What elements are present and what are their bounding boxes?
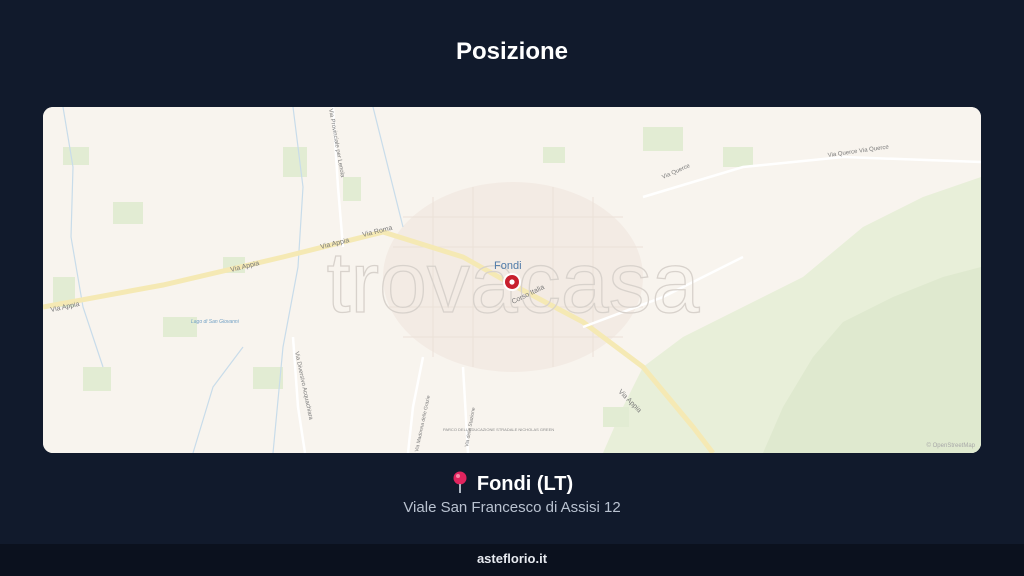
map-attribution[interactable]: © OpenStreetMap <box>927 442 976 449</box>
location-marker[interactable] <box>503 273 521 291</box>
map-canvas[interactable]: trovacasa Via Appia Via Appia Via Appia … <box>43 107 981 453</box>
location-address: Viale San Francesco di Assisi 12 <box>403 499 621 516</box>
footer-site[interactable]: asteflorio.it <box>0 544 1024 576</box>
park-label: PARCO DELL'EDUCAZIONE STRADALE NICHOLAS … <box>443 427 554 432</box>
location-name: Fondi (LT) <box>476 473 574 495</box>
pushpin-icon <box>451 471 469 493</box>
location-map[interactable]: trovacasa Via Appia Via Appia Via Appia … <box>43 107 981 453</box>
lake-label: Lago di San Giovanni <box>191 319 240 325</box>
page-title: Posizione <box>455 38 569 65</box>
location-heading: Fondi (LT) <box>0 471 1024 496</box>
town-label: Fondi <box>494 260 522 272</box>
